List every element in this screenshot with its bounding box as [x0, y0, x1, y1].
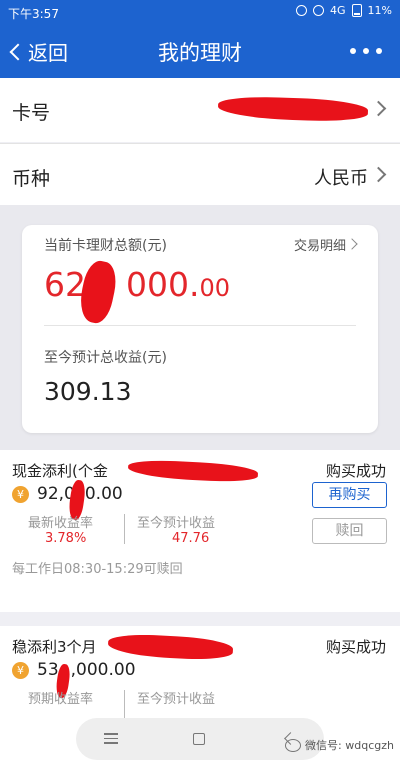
currency-row[interactable]: 币种 人民币 [0, 144, 400, 208]
wechat-logo-icon [285, 738, 302, 752]
product-name: 现金添利(个金 [12, 462, 108, 480]
watermark: 微信号: wdqcgzh [285, 737, 394, 753]
column-separator [124, 690, 125, 720]
estimated-earnings-label: 至今预计收益 [137, 516, 216, 531]
total-label: 当前卡理财总额(元) [44, 238, 167, 254]
alarm-icon [296, 5, 308, 16]
status-time: 下午3:57 [8, 7, 59, 21]
redeem-button[interactable]: 赎回 [312, 518, 387, 544]
battery-level: 11% [367, 4, 392, 17]
nav-bar: 返回 我的理财 [0, 24, 400, 78]
earnings-label: 至今预计总收益(元) [44, 350, 167, 366]
estimated-earnings-label: 至今预计收益 [137, 692, 216, 707]
card-number-label: 卡号 [12, 102, 51, 124]
currency-label: 币种 [12, 168, 51, 190]
page-title: 我的理财 [158, 41, 242, 65]
chevron-right-icon [370, 166, 387, 183]
yuan-coin-icon: ¥ [12, 662, 29, 679]
column-separator [124, 514, 125, 544]
watermark-text: 微信号: wdqcgzh [305, 739, 394, 752]
summary-card: 当前卡理财总额(元) 交易明细 62 000.00 至今预计总收益(元) 309.… [22, 225, 378, 433]
redaction-mark [127, 458, 259, 484]
status-bar: 下午3:57 4G 11% [0, 0, 400, 24]
currency-value: 人民币 [314, 168, 368, 189]
earnings-value: 309.13 [44, 377, 132, 406]
product-amount: 53,000.00 [37, 660, 136, 680]
status-icons: 4G 11% [296, 4, 392, 17]
estimated-earnings-value: 47.76 [172, 531, 210, 546]
network-type: 4G [330, 4, 346, 17]
yuan-coin-icon: ¥ [12, 486, 29, 503]
buy-again-button[interactable]: 再购买 [312, 482, 387, 508]
section-gap [0, 612, 400, 626]
redaction-mark [217, 95, 369, 123]
total-amount: 62 000.00 [44, 265, 231, 304]
redeem-hours-note: 每工作日08:30-15:29可赎回 [12, 562, 183, 577]
card-separator [44, 325, 356, 326]
purchase-status: 购买成功 [325, 638, 386, 656]
chevron-right-icon [370, 100, 387, 117]
latest-yield-value: 3.78% [45, 531, 87, 546]
battery-icon [351, 4, 362, 17]
purchase-status: 购买成功 [325, 462, 386, 480]
menu-icon[interactable] [104, 733, 118, 745]
wifi-icon [313, 5, 325, 16]
product-card: 现金添利(个金 购买成功 ¥ 92,0 0.00 最新收益率 3.78% 至今预计… [0, 450, 400, 612]
latest-yield-label: 最新收益率 [28, 516, 94, 531]
card-number-row[interactable]: 卡号 [0, 78, 400, 142]
more-dots-icon[interactable] [350, 48, 382, 54]
expected-yield-label: 预期收益率 [28, 692, 94, 707]
chevron-right-icon [346, 238, 358, 250]
redaction-mark [107, 632, 234, 662]
product-name: 稳添利3个月 [12, 638, 97, 656]
transaction-detail-link[interactable]: 交易明细 [294, 235, 346, 254]
home-icon[interactable] [193, 733, 205, 745]
